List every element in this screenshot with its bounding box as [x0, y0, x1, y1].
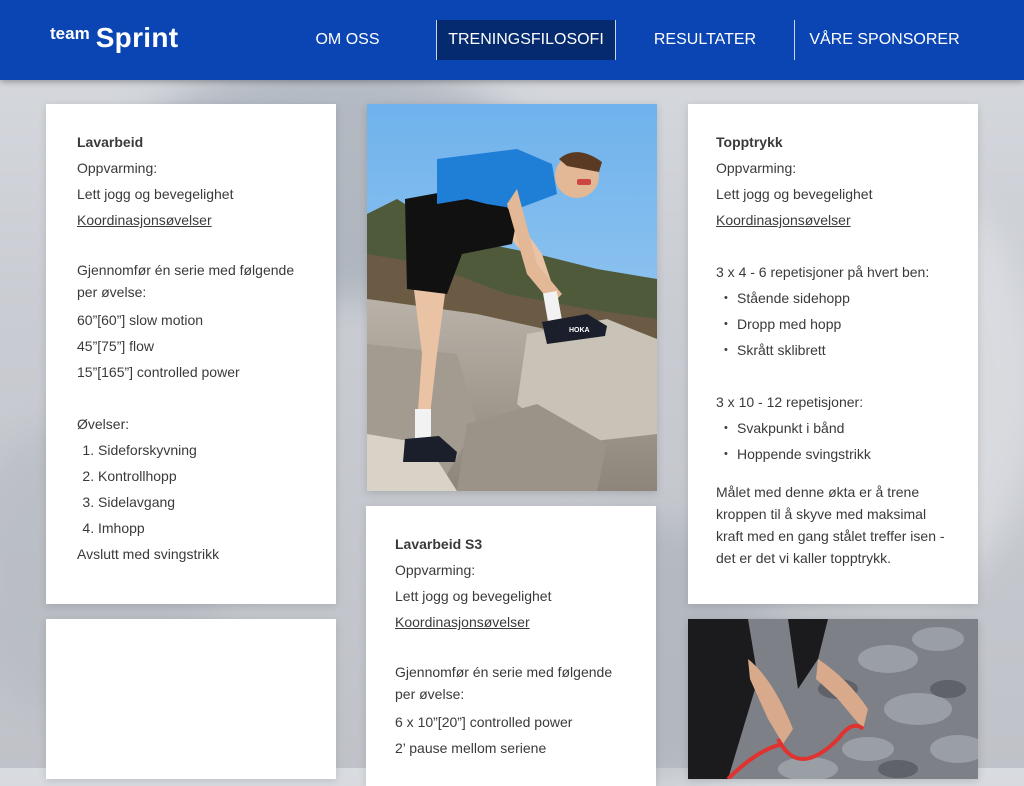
- coordination-link[interactable]: Koordinasjonsøvelser: [395, 614, 530, 630]
- set2-list: Svakpunkt i bånd Hoppende svingstrikk: [716, 415, 950, 467]
- list-item: Sidelavgang: [98, 489, 305, 515]
- list-item: Hoppende svingstrikk: [724, 441, 950, 467]
- warmup-label: Oppvarming:: [395, 562, 476, 578]
- coordination-link[interactable]: Koordinasjonsøvelser: [716, 212, 851, 228]
- athlete-photo: HOKA: [367, 104, 657, 491]
- series-line: 2’ pause mellom seriene: [395, 740, 547, 756]
- list-item: Dropp med hopp: [724, 311, 950, 337]
- list-item: Imhopp: [98, 515, 305, 541]
- series-intro: Gjennomfør én serie med følgende per øve…: [395, 664, 613, 702]
- series-intro: Gjennomfør én serie med følgende per øve…: [77, 262, 295, 300]
- exercises-label: Øvelser:: [77, 416, 130, 432]
- nav-om-oss[interactable]: OM OSS: [295, 20, 400, 60]
- logo-team-text: team: [50, 24, 90, 43]
- list-item: Sideforskyvning: [98, 437, 305, 463]
- goal-text: Målet med denne økta er å trene kroppen …: [716, 484, 945, 566]
- card-title: Topptrykk: [716, 134, 783, 150]
- set2-label: 3 x 10 - 12 repetisjoner:: [716, 394, 864, 410]
- list-item: Kontrollhopp: [98, 463, 305, 489]
- list-item: Stående sidehopp: [724, 285, 950, 311]
- workout-card-empty: [46, 619, 336, 779]
- resistance-band-photo: [688, 619, 978, 779]
- list-item: Svakpunkt i bånd: [724, 415, 950, 441]
- nav-resultater[interactable]: RESULTATER: [635, 20, 775, 60]
- shoe-brand-text: HOKA: [569, 327, 590, 334]
- set1-label: 3 x 4 - 6 repetisjoner på hvert ben:: [716, 264, 930, 280]
- nav-sponsorer[interactable]: VÅRE SPONSORER: [794, 20, 974, 60]
- series-line: 60”[60”] slow motion: [77, 312, 204, 328]
- card-title: Lavarbeid: [77, 134, 144, 150]
- series-line: 45”[75”] flow: [77, 338, 155, 354]
- workout-card-topptrykk: Topptrykk Oppvarming: Lett jogg og beveg…: [688, 104, 978, 604]
- warmup-text: Lett jogg og bevegelighet: [716, 186, 873, 202]
- logo-sprint-text: Sprint: [95, 22, 179, 53]
- warmup-label: Oppvarming:: [77, 160, 158, 176]
- set1-list: Stående sidehopp Dropp med hopp Skrått s…: [716, 285, 950, 363]
- ending-text: Avslutt med svingstrikk: [77, 546, 220, 562]
- coordination-link[interactable]: Koordinasjonsøvelser: [77, 212, 212, 228]
- warmup-label: Oppvarming:: [716, 160, 797, 176]
- exercise-list: Sideforskyvning Kontrollhopp Sidelavgang…: [77, 437, 305, 541]
- warmup-text: Lett jogg og bevegelighet: [77, 186, 234, 202]
- site-header: team Sprint OM OSS TRENINGSFILOSOFI RESUL…: [0, 0, 1024, 80]
- list-item: Skrått sklibrett: [724, 337, 950, 363]
- nav-treningsfilosofi[interactable]: TRENINGSFILOSOFI: [436, 20, 616, 60]
- team-sprint-logo[interactable]: team Sprint: [50, 22, 178, 54]
- workout-card-lavarbeid: Lavarbeid Oppvarming: Lett jogg og beveg…: [46, 104, 336, 604]
- series-line: 6 x 10”[20”] controlled power: [395, 714, 573, 730]
- workout-card-lavarbeid-s3: Lavarbeid S3 Oppvarming: Lett jogg og be…: [366, 506, 656, 786]
- warmup-text: Lett jogg og bevegelighet: [395, 588, 552, 604]
- series-line: 15”[165”] controlled power: [77, 364, 240, 380]
- card-title: Lavarbeid S3: [395, 536, 483, 552]
